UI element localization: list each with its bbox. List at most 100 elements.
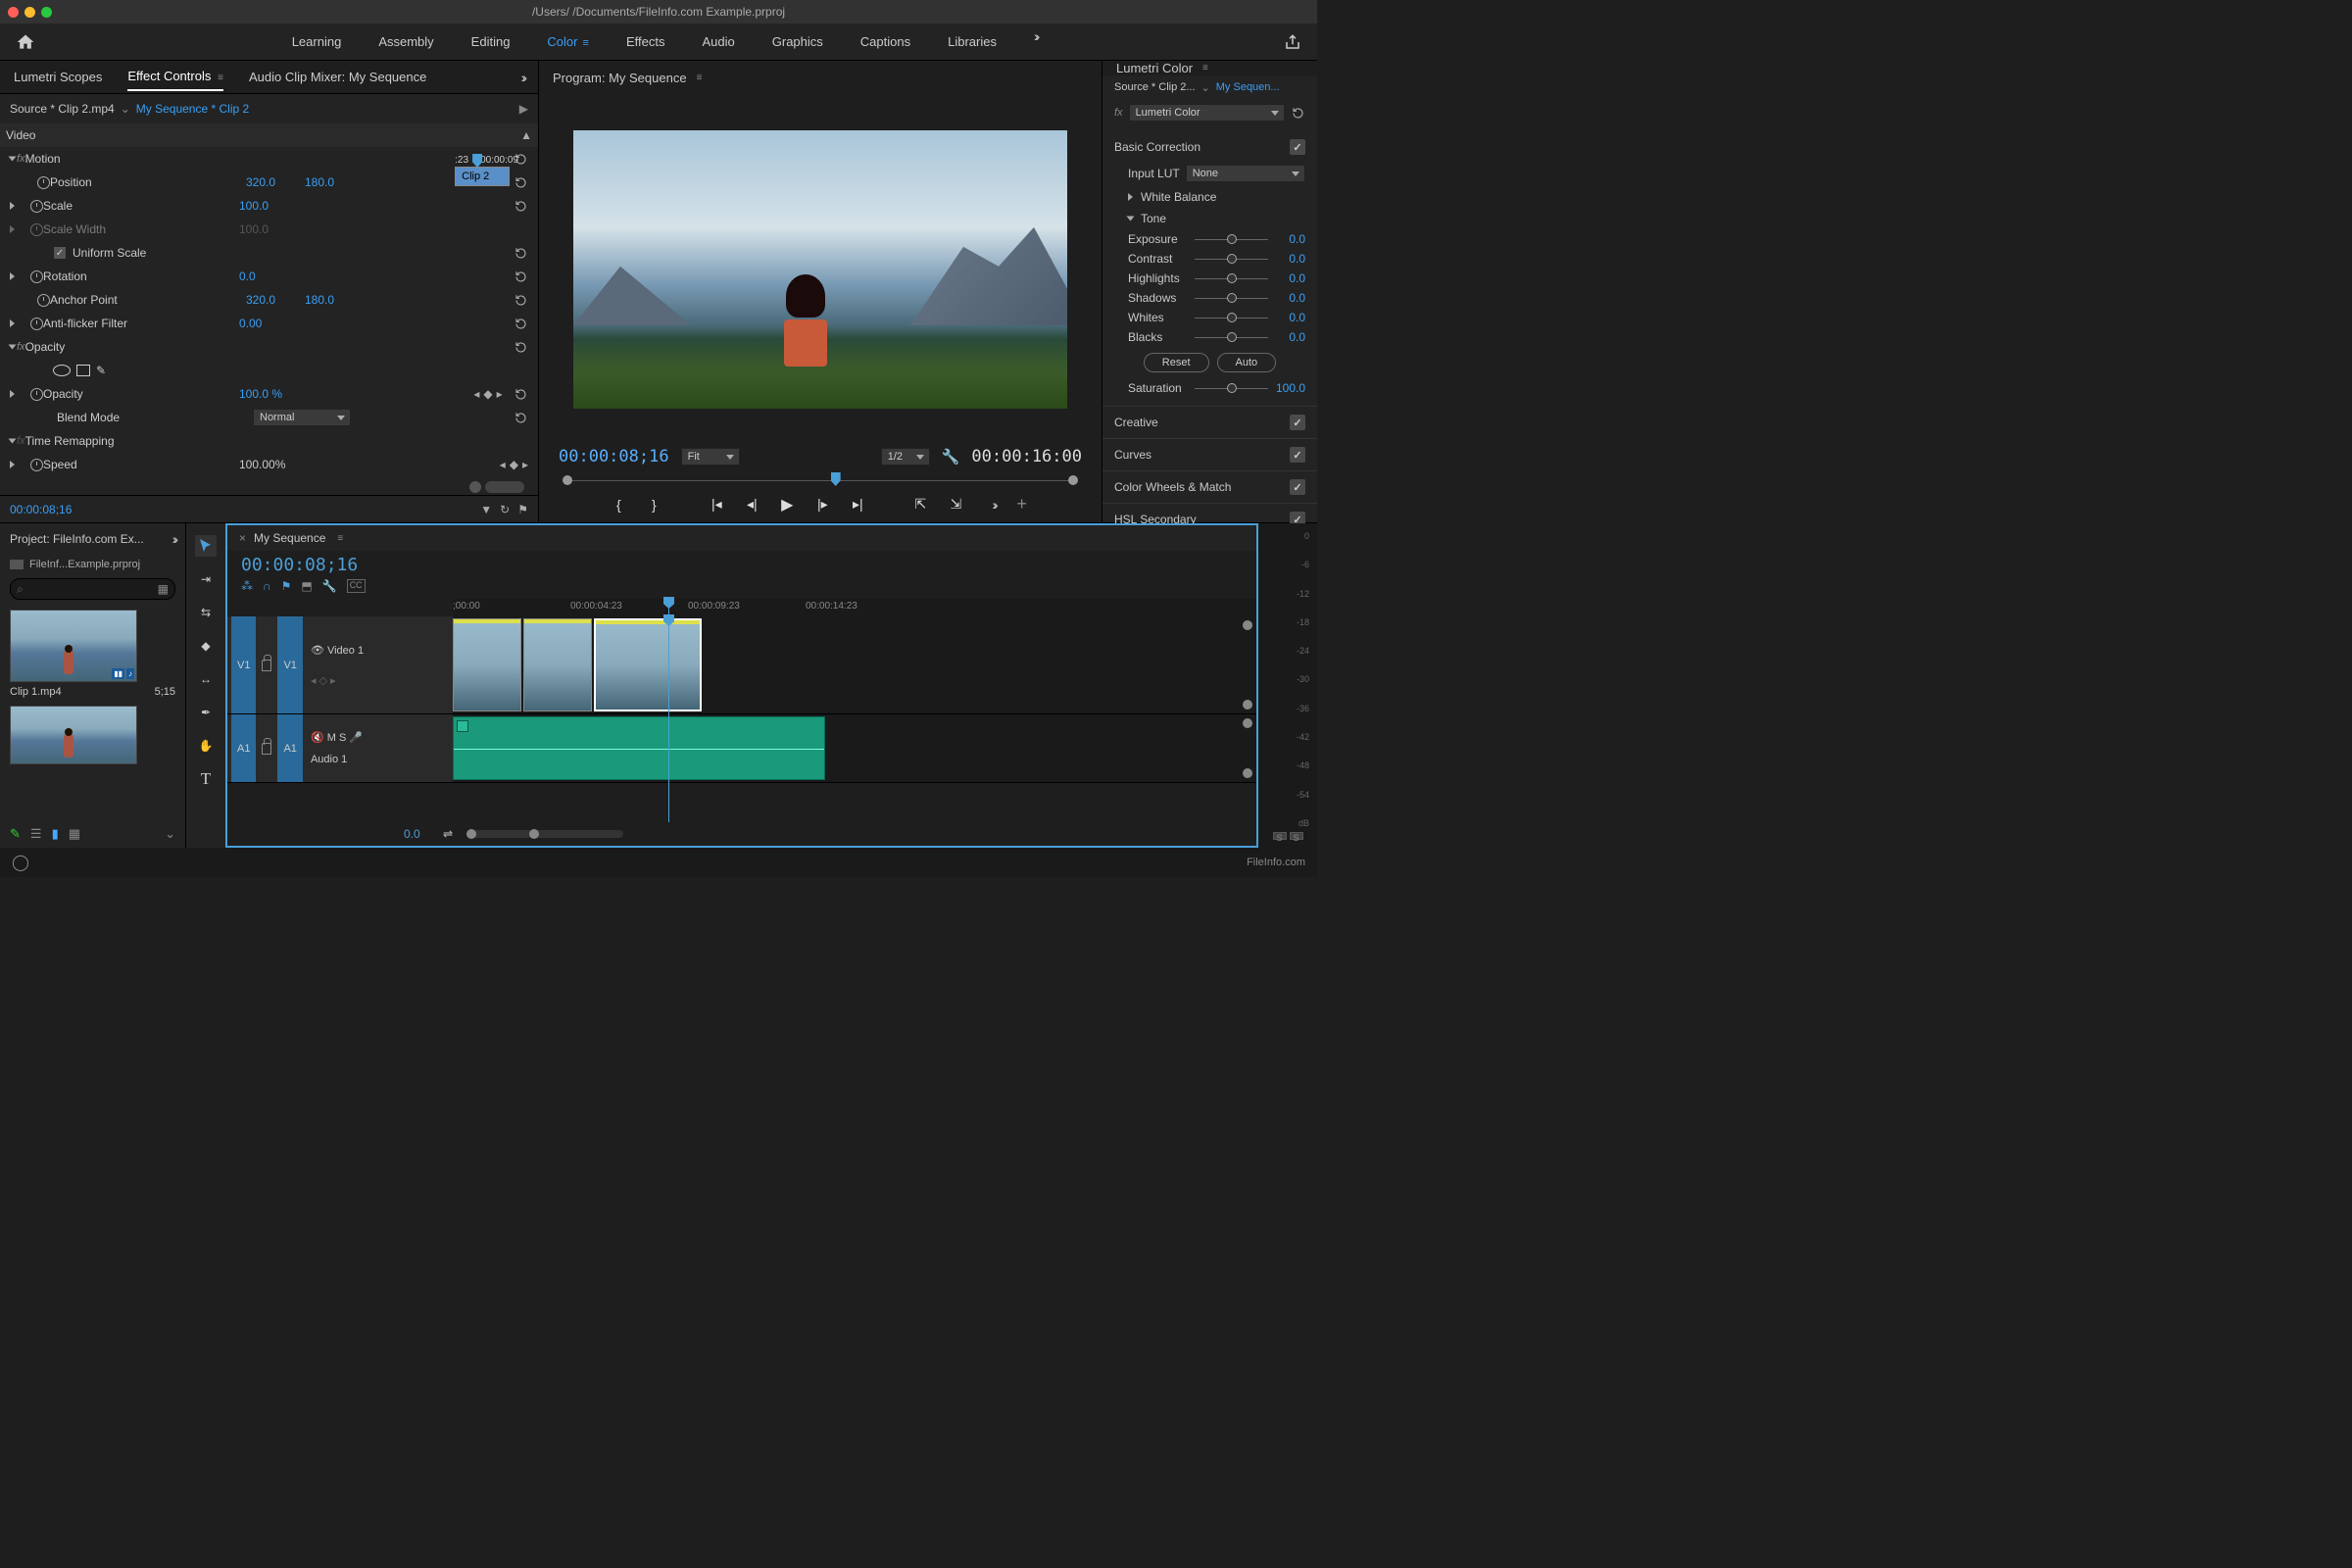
add-key-icon[interactable]: ◆	[510, 458, 518, 471]
clip-thumbnail[interactable]	[10, 706, 137, 764]
extract-icon[interactable]: ⇲	[947, 496, 964, 513]
stopwatch-icon[interactable]	[30, 318, 43, 330]
reset-button[interactable]: Reset	[1144, 353, 1209, 372]
clip-thumbnail[interactable]: ▮▮ ♪	[10, 610, 137, 682]
stopwatch-icon[interactable]	[30, 270, 43, 283]
slip-tool-icon[interactable]: ↔	[195, 668, 217, 690]
lock-track-icon[interactable]	[262, 660, 271, 671]
creative-toggle[interactable]	[1290, 415, 1305, 430]
caret-icon[interactable]	[10, 272, 15, 280]
reset-icon[interactable]	[514, 293, 528, 308]
whites-value[interactable]: 0.0	[1274, 311, 1305, 324]
cc-logo-icon[interactable]: ◯	[12, 853, 29, 872]
v1-source-patch[interactable]: V1	[231, 616, 256, 713]
video-clip-3-selected[interactable]	[594, 618, 702, 711]
selection-tool-icon[interactable]	[195, 535, 217, 557]
pen-mask-icon[interactable]: ✎	[96, 364, 106, 377]
program-scrubber[interactable]	[559, 472, 1082, 488]
position-y[interactable]: 180.0	[305, 175, 364, 189]
mini-clip[interactable]: Clip 2	[455, 167, 510, 186]
pen-tool-icon[interactable]: ✒	[195, 702, 217, 723]
current-timecode[interactable]: 00:00:08;16	[559, 447, 669, 466]
workspace-overflow-icon[interactable]: ››	[1034, 28, 1037, 55]
position-x[interactable]: 320.0	[246, 175, 305, 189]
blacks-slider[interactable]	[1195, 330, 1268, 344]
project-search[interactable]: ⌕▦	[10, 578, 175, 600]
dropdown-icon[interactable]: ⌄	[1201, 81, 1210, 94]
next-key-icon[interactable]: ▸	[522, 458, 528, 471]
go-to-in-icon[interactable]: |◂	[708, 496, 725, 513]
ws-menu-icon[interactable]: ≡	[580, 37, 589, 49]
reset-icon[interactable]	[514, 340, 528, 355]
freeform-view-icon[interactable]: ▦	[69, 826, 80, 842]
home-icon[interactable]	[16, 32, 35, 52]
a1-source-patch[interactable]: A1	[231, 714, 256, 782]
scroll-dot[interactable]	[1243, 620, 1252, 630]
exposure-value[interactable]: 0.0	[1274, 232, 1305, 246]
maximize-window[interactable]	[41, 7, 52, 18]
s-button[interactable]: S	[339, 732, 346, 744]
rect-mask-icon[interactable]	[76, 365, 90, 376]
video-clip-1[interactable]	[453, 618, 521, 711]
clip-name[interactable]: Clip 1.mp4	[10, 686, 62, 698]
prev-key-icon[interactable]: ◂	[473, 387, 479, 401]
sync-lock-icon[interactable]: ⇌	[443, 827, 453, 841]
basic-toggle[interactable]	[1290, 139, 1305, 155]
ripple-tool-icon[interactable]: ⇆	[195, 602, 217, 623]
reset-icon[interactable]	[514, 411, 528, 425]
scroll-dot[interactable]	[469, 481, 481, 493]
blend-mode-select[interactable]: Normal	[253, 409, 351, 426]
ws-captions[interactable]: Captions	[851, 28, 920, 55]
sequence-tab[interactable]: My Sequence	[254, 531, 325, 545]
scroll-dot[interactable]	[1243, 768, 1252, 778]
video-clip-2[interactable]	[523, 618, 592, 711]
zoom-slider[interactable]	[466, 830, 623, 838]
reset-icon[interactable]	[514, 387, 528, 402]
uniform-scale-checkbox[interactable]	[53, 246, 67, 260]
exposure-slider[interactable]	[1195, 232, 1268, 246]
saturation-value[interactable]: 100.0	[1274, 381, 1305, 395]
caret-icon[interactable]	[10, 390, 15, 398]
caret-icon[interactable]	[1127, 217, 1135, 221]
flicker-value[interactable]: 0.00	[239, 317, 298, 330]
motion-label[interactable]: Motion	[25, 152, 221, 166]
tab-lumetri-scopes[interactable]: Lumetri Scopes	[14, 70, 102, 84]
type-tool-icon[interactable]: T	[195, 768, 217, 790]
stopwatch-icon[interactable]	[30, 200, 43, 213]
blacks-value[interactable]: 0.0	[1274, 330, 1305, 344]
audio-clip[interactable]	[453, 716, 825, 780]
reset-icon[interactable]	[514, 199, 528, 214]
insert-icon[interactable]: ⬒	[301, 579, 312, 593]
lift-icon[interactable]: ⇱	[911, 496, 929, 513]
caret-icon[interactable]	[10, 319, 15, 327]
cc-icon[interactable]: CC	[347, 579, 366, 593]
reset-icon[interactable]	[514, 246, 528, 261]
ws-assembly[interactable]: Assembly	[368, 28, 443, 55]
ws-graphics[interactable]: Graphics	[762, 28, 833, 55]
basic-correction-header[interactable]: Basic Correction	[1114, 140, 1200, 154]
playhead[interactable]	[668, 599, 669, 616]
step-forward-icon[interactable]: |▸	[813, 496, 831, 513]
caret-icon[interactable]	[9, 345, 17, 350]
sequence-clip-label[interactable]: My Sequence * Clip 2	[136, 102, 249, 116]
a1-target[interactable]: A1	[277, 714, 302, 782]
tone-label[interactable]: Tone	[1141, 212, 1166, 225]
stopwatch-icon[interactable]	[37, 294, 50, 307]
auto-button[interactable]: Auto	[1217, 353, 1277, 372]
play-icon[interactable]: ▶	[778, 495, 796, 514]
caret-icon[interactable]	[10, 202, 15, 210]
track-select-tool-icon[interactable]: ⇥	[195, 568, 217, 590]
resolution-select[interactable]: 1/2	[881, 448, 930, 466]
eye-icon[interactable]: 👁	[311, 645, 324, 657]
lumetri-effect-select[interactable]: Lumetri Color	[1129, 104, 1285, 122]
curves-toggle[interactable]	[1290, 447, 1305, 463]
pen-tool-icon[interactable]: ✎	[10, 826, 21, 842]
video-track-content[interactable]	[453, 616, 1256, 713]
mark-out-icon[interactable]: }	[645, 497, 662, 513]
new-bin-icon[interactable]: ▦	[158, 582, 169, 596]
curves-section[interactable]: Curves	[1114, 448, 1152, 462]
keyframe-prev-icon[interactable]: ◂	[311, 675, 317, 687]
snap-icon[interactable]: ⁂	[241, 579, 253, 593]
ws-color[interactable]: Color ≡	[537, 28, 599, 55]
close-window[interactable]	[8, 7, 19, 18]
